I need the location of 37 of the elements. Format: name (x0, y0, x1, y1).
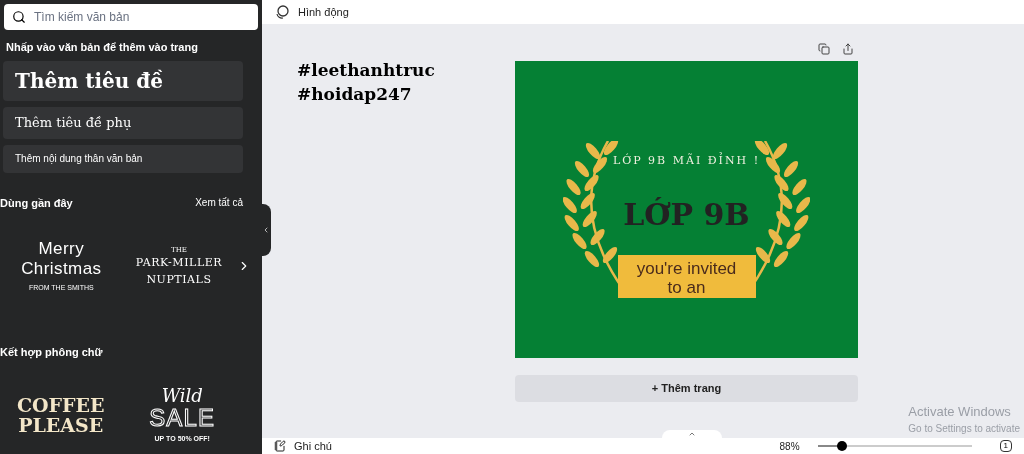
duplicate-icon[interactable] (818, 43, 830, 55)
preset-text: NUPTIALS (146, 271, 212, 288)
search-field[interactable]: Tìm kiếm văn bản (4, 4, 258, 30)
preset-text: Wild (161, 386, 203, 406)
search-icon (12, 10, 26, 24)
preset-text: SALE (149, 406, 216, 430)
chevron-left-icon (262, 226, 270, 234)
preset-text: PARK-MILLER (135, 255, 223, 271)
page-count-button[interactable]: 1 (999, 440, 1012, 452)
see-all-link[interactable]: Xem tất cả (195, 195, 243, 211)
collapse-handle[interactable] (261, 204, 271, 256)
animate-button[interactable]: Hình động (274, 3, 349, 21)
preset-text: PLEASE (18, 415, 104, 436)
section-hint: Nhấp vào văn bản để thêm vào trang (5, 40, 199, 55)
text-style-option[interactable]: Thêm nội dung thân văn bản (3, 144, 243, 173)
add-page-button[interactable]: + Thêm trang (515, 375, 858, 402)
watermark-subtitle: Go to Settings to activate (908, 422, 1020, 436)
section-title: Kết hợp phông chữ (0, 344, 104, 360)
preset-text: COFFEE (16, 395, 105, 416)
preset-text: Christmas (21, 259, 102, 279)
card-tagline: LỚP 9B MÃI ĐỈNH ! (612, 153, 761, 169)
section-title: Dùng gần đây (0, 195, 73, 211)
text-preset[interactable]: COFFEE PLEASE (5, 395, 116, 436)
text-style-option[interactable]: Thêm tiêu đề (3, 60, 243, 101)
preset-text: Merry (38, 239, 85, 259)
zoom-percent: 88% (779, 439, 800, 454)
caption-text: #hoidap247 (297, 83, 413, 106)
ribbon-text: to an (667, 278, 706, 297)
notes-button[interactable]: Ghi chú (274, 437, 332, 454)
chevron-up-icon (688, 430, 696, 438)
text-style-option[interactable]: Thêm tiêu đề phụ (3, 106, 243, 139)
notes-icon (274, 440, 286, 452)
watermark-title: Activate Windows (908, 402, 1011, 421)
caption-text: #leethanhtruc (297, 59, 436, 82)
ribbon-text: you're invited (636, 258, 737, 279)
animation-icon (274, 5, 290, 19)
card-title: LỚP 9B (623, 195, 750, 234)
